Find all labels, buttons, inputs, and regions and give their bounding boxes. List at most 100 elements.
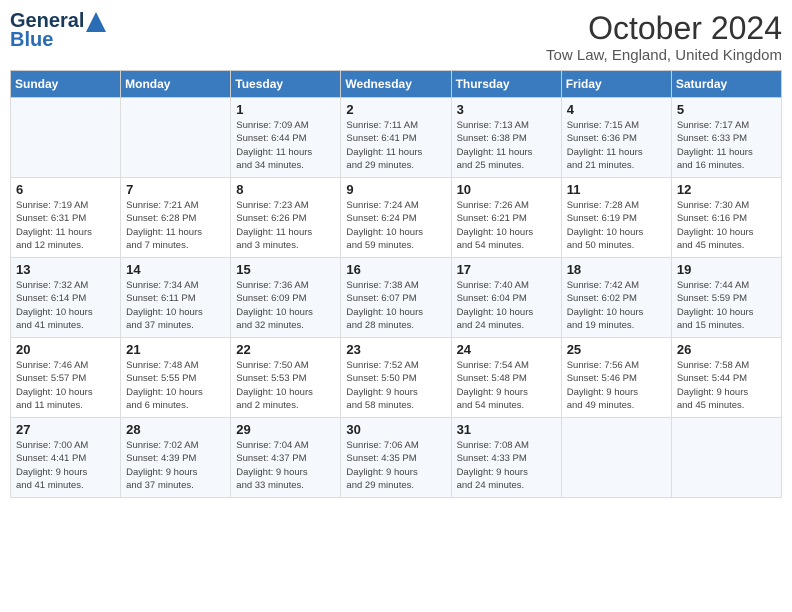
day-number: 26 (677, 342, 776, 357)
calendar-cell: 20 Sunrise: 7:46 AM Sunset: 5:57 PM Dayli… (11, 338, 121, 418)
calendar-cell: 5Sunrise: 7:17 AM Sunset: 6:33 PM Daylig… (671, 98, 781, 178)
day-number: 1 (236, 102, 335, 117)
day-info: Sunrise: 7:38 AM Sunset: 6:07 PM Dayligh… (346, 279, 445, 332)
calendar-cell: 2 Sunrise: 7:11 AM Sunset: 6:41 PM Daylig… (341, 98, 451, 178)
calendar-cell: 13 Sunrise: 7:32 AM Sunset: 6:14 PM Dayli… (11, 258, 121, 338)
day-number: 18 (567, 262, 666, 277)
day-number: 8 (236, 182, 335, 197)
calendar-cell: 18 Sunrise: 7:42 AM Sunset: 6:02 PM Dayli… (561, 258, 671, 338)
header-day-friday: Friday (561, 71, 671, 98)
day-number: 3 (457, 102, 556, 117)
day-number: 5 (677, 102, 776, 117)
calendar-cell: 8 Sunrise: 7:23 AM Sunset: 6:26 PM Daylig… (231, 178, 341, 258)
calendar-cell: 10Sunrise: 7:26 AM Sunset: 6:21 PM Dayli… (451, 178, 561, 258)
calendar-week-row: 1 Sunrise: 7:09 AM Sunset: 6:44 PM Daylig… (11, 98, 782, 178)
day-info: Sunrise: 7:13 AM Sunset: 6:38 PM Dayligh… (457, 119, 556, 172)
day-info: Sunrise: 7:06 AM Sunset: 4:35 PM Dayligh… (346, 439, 445, 492)
calendar-cell: 3 Sunrise: 7:13 AM Sunset: 6:38 PM Daylig… (451, 98, 561, 178)
day-number: 28 (126, 422, 225, 437)
day-number: 10 (457, 182, 556, 197)
day-info: Sunrise: 7:34 AM Sunset: 6:11 PM Dayligh… (126, 279, 225, 332)
day-info: Sunrise: 7:00 AM Sunset: 4:41 PM Dayligh… (16, 439, 115, 492)
header-day-wednesday: Wednesday (341, 71, 451, 98)
logo: General Blue (10, 10, 106, 52)
day-info: Sunrise: 7:02 AM Sunset: 4:39 PM Dayligh… (126, 439, 225, 492)
calendar-cell: 23 Sunrise: 7:52 AM Sunset: 5:50 PM Dayli… (341, 338, 451, 418)
day-number: 12 (677, 182, 776, 197)
calendar-cell: 28 Sunrise: 7:02 AM Sunset: 4:39 PM Dayli… (121, 418, 231, 498)
calendar-cell: 11Sunrise: 7:28 AM Sunset: 6:19 PM Dayli… (561, 178, 671, 258)
day-info: Sunrise: 7:56 AM Sunset: 5:46 PM Dayligh… (567, 359, 666, 412)
calendar-cell: 21Sunrise: 7:48 AM Sunset: 5:55 PM Dayli… (121, 338, 231, 418)
calendar-cell: 17 Sunrise: 7:40 AM Sunset: 6:04 PM Dayli… (451, 258, 561, 338)
calendar-cell: 19Sunrise: 7:44 AM Sunset: 5:59 PM Dayli… (671, 258, 781, 338)
calendar-cell: 12 Sunrise: 7:30 AM Sunset: 6:16 PM Dayli… (671, 178, 781, 258)
day-number: 30 (346, 422, 445, 437)
day-info: Sunrise: 7:15 AM Sunset: 6:36 PM Dayligh… (567, 119, 666, 172)
calendar-cell (121, 98, 231, 178)
day-info: Sunrise: 7:09 AM Sunset: 6:44 PM Dayligh… (236, 119, 335, 172)
calendar-cell: 29Sunrise: 7:04 AM Sunset: 4:37 PM Dayli… (231, 418, 341, 498)
calendar-cell: 31Sunrise: 7:08 AM Sunset: 4:33 PM Dayli… (451, 418, 561, 498)
day-info: Sunrise: 7:48 AM Sunset: 5:55 PM Dayligh… (126, 359, 225, 412)
day-number: 4 (567, 102, 666, 117)
logo-blue: Blue (10, 29, 53, 52)
day-info: Sunrise: 7:24 AM Sunset: 6:24 PM Dayligh… (346, 199, 445, 252)
day-info: Sunrise: 7:11 AM Sunset: 6:41 PM Dayligh… (346, 119, 445, 172)
day-info: Sunrise: 7:46 AM Sunset: 5:57 PM Dayligh… (16, 359, 115, 412)
calendar-table: SundayMondayTuesdayWednesdayThursdayFrid… (10, 70, 782, 498)
day-info: Sunrise: 7:58 AM Sunset: 5:44 PM Dayligh… (677, 359, 776, 412)
day-number: 27 (16, 422, 115, 437)
calendar-cell: 1 Sunrise: 7:09 AM Sunset: 6:44 PM Daylig… (231, 98, 341, 178)
day-info: Sunrise: 7:52 AM Sunset: 5:50 PM Dayligh… (346, 359, 445, 412)
calendar-cell: 24Sunrise: 7:54 AM Sunset: 5:48 PM Dayli… (451, 338, 561, 418)
calendar-cell: 30 Sunrise: 7:06 AM Sunset: 4:35 PM Dayli… (341, 418, 451, 498)
calendar-cell: 6Sunrise: 7:19 AM Sunset: 6:31 PM Daylig… (11, 178, 121, 258)
day-number: 23 (346, 342, 445, 357)
calendar-week-row: 6Sunrise: 7:19 AM Sunset: 6:31 PM Daylig… (11, 178, 782, 258)
day-number: 9 (346, 182, 445, 197)
day-info: Sunrise: 7:23 AM Sunset: 6:26 PM Dayligh… (236, 199, 335, 252)
calendar-cell: 4 Sunrise: 7:15 AM Sunset: 6:36 PM Daylig… (561, 98, 671, 178)
day-number: 22 (236, 342, 335, 357)
day-number: 17 (457, 262, 556, 277)
calendar-cell: 26 Sunrise: 7:58 AM Sunset: 5:44 PM Dayli… (671, 338, 781, 418)
day-info: Sunrise: 7:40 AM Sunset: 6:04 PM Dayligh… (457, 279, 556, 332)
calendar-cell: 15Sunrise: 7:36 AM Sunset: 6:09 PM Dayli… (231, 258, 341, 338)
day-info: Sunrise: 7:42 AM Sunset: 6:02 PM Dayligh… (567, 279, 666, 332)
calendar-cell: 9 Sunrise: 7:24 AM Sunset: 6:24 PM Daylig… (341, 178, 451, 258)
header-day-monday: Monday (121, 71, 231, 98)
day-number: 13 (16, 262, 115, 277)
day-number: 25 (567, 342, 666, 357)
calendar-cell: 16 Sunrise: 7:38 AM Sunset: 6:07 PM Dayli… (341, 258, 451, 338)
day-number: 16 (346, 262, 445, 277)
day-number: 2 (346, 102, 445, 117)
day-info: Sunrise: 7:30 AM Sunset: 6:16 PM Dayligh… (677, 199, 776, 252)
day-number: 15 (236, 262, 335, 277)
day-number: 14 (126, 262, 225, 277)
day-number: 20 (16, 342, 115, 357)
day-info: Sunrise: 7:54 AM Sunset: 5:48 PM Dayligh… (457, 359, 556, 412)
calendar-cell: 7Sunrise: 7:21 AM Sunset: 6:28 PM Daylig… (121, 178, 231, 258)
day-info: Sunrise: 7:19 AM Sunset: 6:31 PM Dayligh… (16, 199, 115, 252)
day-number: 11 (567, 182, 666, 197)
location-title: Tow Law, England, United Kingdom (546, 47, 782, 64)
logo-icon (86, 12, 106, 32)
day-info: Sunrise: 7:32 AM Sunset: 6:14 PM Dayligh… (16, 279, 115, 332)
calendar-week-row: 20 Sunrise: 7:46 AM Sunset: 5:57 PM Dayli… (11, 338, 782, 418)
header: General Blue October 2024 Tow Law, Engla… (10, 10, 782, 64)
calendar-cell (11, 98, 121, 178)
calendar-cell: 25 Sunrise: 7:56 AM Sunset: 5:46 PM Dayli… (561, 338, 671, 418)
day-number: 7 (126, 182, 225, 197)
calendar-week-row: 13 Sunrise: 7:32 AM Sunset: 6:14 PM Dayli… (11, 258, 782, 338)
calendar-cell (561, 418, 671, 498)
header-day-tuesday: Tuesday (231, 71, 341, 98)
calendar-week-row: 27 Sunrise: 7:00 AM Sunset: 4:41 PM Dayli… (11, 418, 782, 498)
month-title: October 2024 (546, 10, 782, 47)
day-number: 19 (677, 262, 776, 277)
header-day-saturday: Saturday (671, 71, 781, 98)
header-day-thursday: Thursday (451, 71, 561, 98)
day-number: 31 (457, 422, 556, 437)
day-number: 29 (236, 422, 335, 437)
calendar-header-row: SundayMondayTuesdayWednesdayThursdayFrid… (11, 71, 782, 98)
